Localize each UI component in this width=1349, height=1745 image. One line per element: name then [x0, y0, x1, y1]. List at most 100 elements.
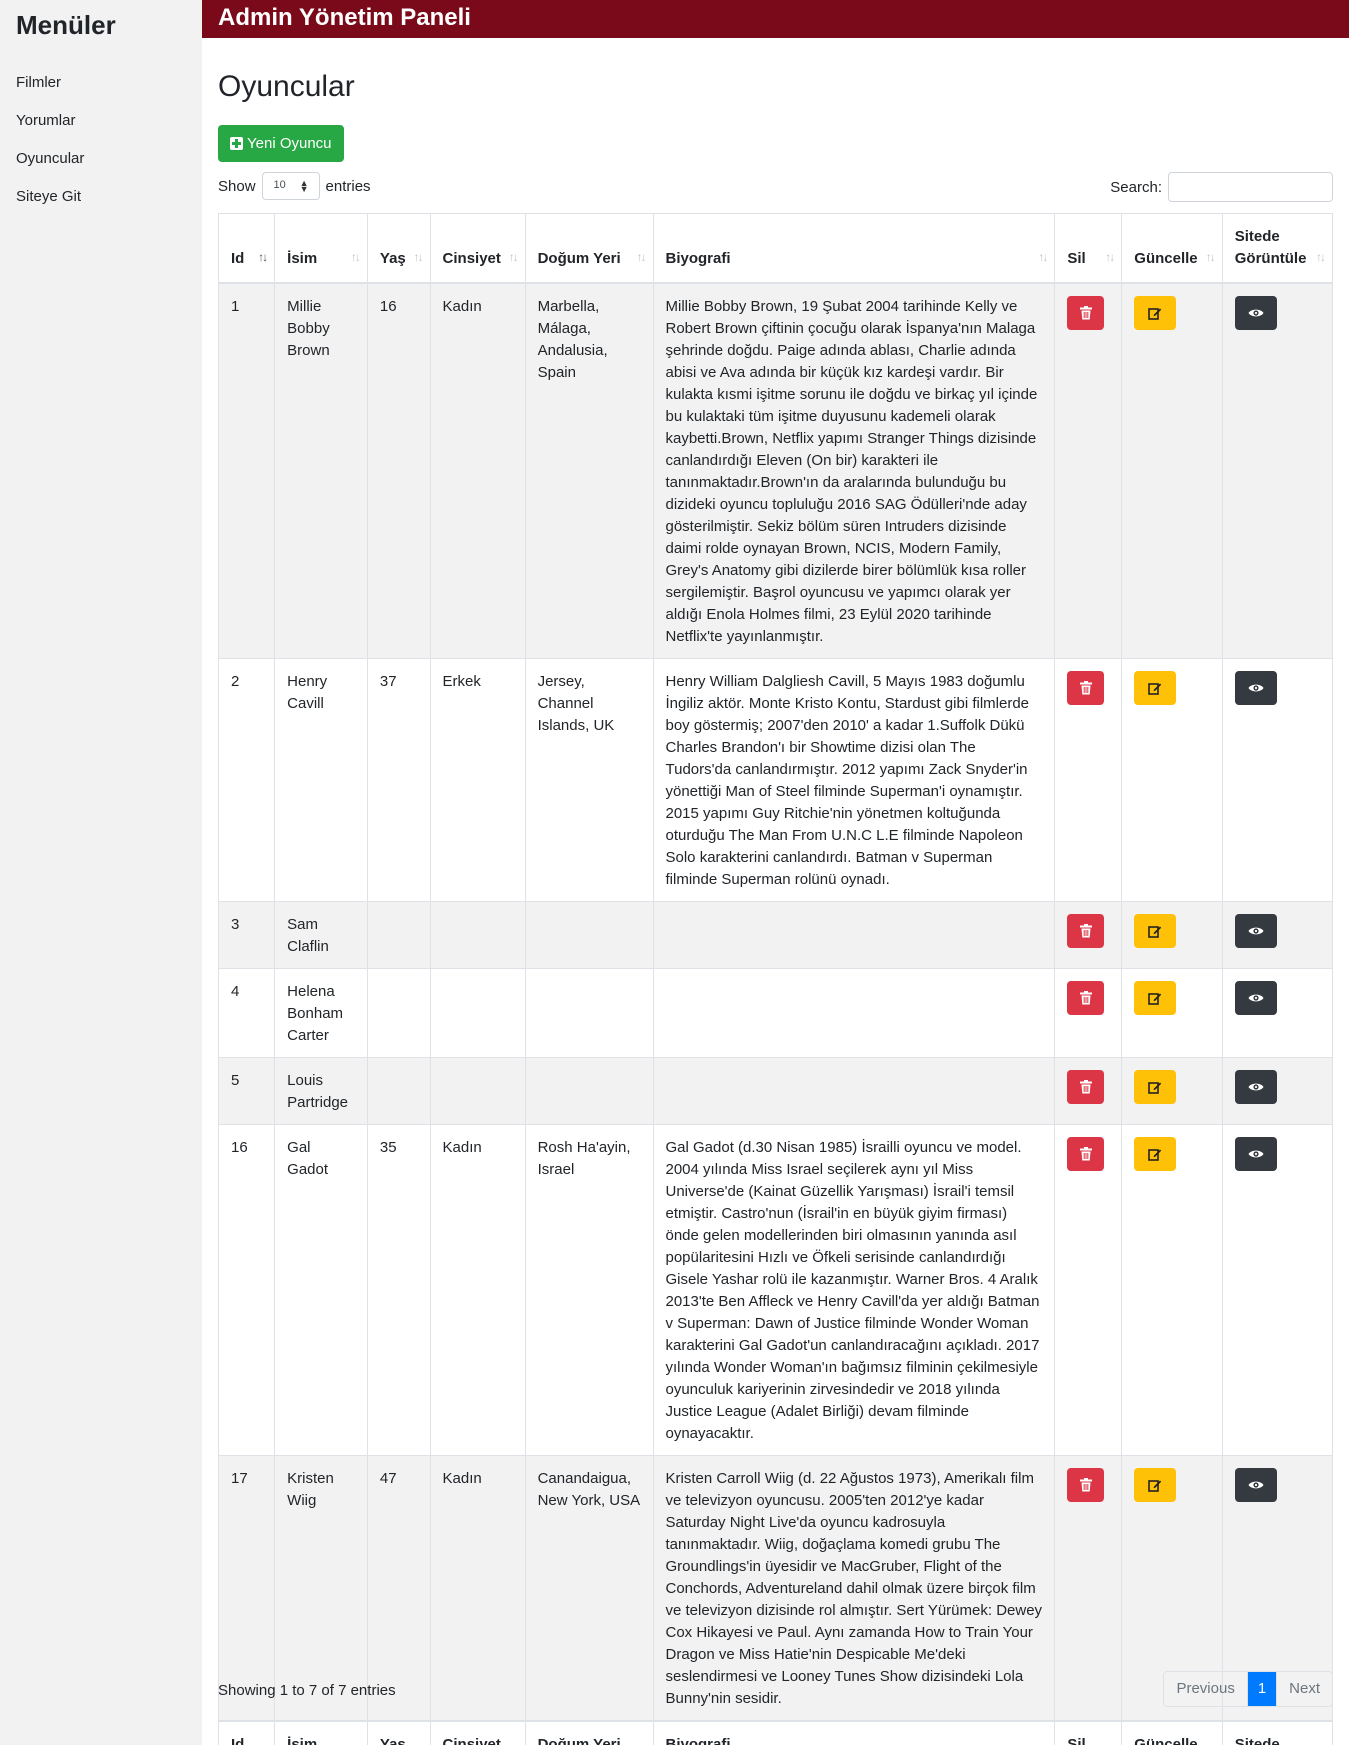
- sort-icon: ↑↓: [1038, 250, 1048, 264]
- cell-bio: [652, 968, 1056, 1058]
- cell-age: 37: [366, 658, 431, 902]
- cell-bio: Millie Bobby Brown, 19 Şubat 2004 tarihi…: [652, 282, 1056, 659]
- cell-update: [1121, 1057, 1223, 1125]
- col-header-bio[interactable]: Biyografi ↑↓: [652, 213, 1056, 284]
- cell-birthplace: Rosh Ha'ayin, Israel: [524, 1124, 654, 1456]
- sort-icon: ↑↓: [1105, 250, 1115, 264]
- cell-age: 16: [366, 282, 431, 659]
- sort-icon: ↑↓: [1205, 250, 1216, 264]
- sidebar-item-filmler[interactable]: Filmler: [0, 64, 202, 102]
- view-on-site-button[interactable]: [1234, 981, 1277, 1015]
- foot-update: Güncelle: [1121, 1720, 1223, 1745]
- view-on-site-button[interactable]: [1234, 1070, 1277, 1104]
- actors-table: Id ↑↓ İsim ↑↓ Yaş ↑↓ Cinsiyet ↑↓ Doğum Yeri ↑…: [217, 213, 1334, 1745]
- cell-name: Helena Bonham Carter: [274, 968, 368, 1058]
- cell-gender: [429, 901, 526, 969]
- sort-asc-icon: ↑↓: [258, 250, 268, 264]
- edit-button[interactable]: [1134, 671, 1177, 705]
- foot-name: İsim: [274, 1720, 368, 1745]
- show-label: Show: [218, 177, 256, 195]
- delete-button[interactable]: [1067, 671, 1105, 705]
- edit-button[interactable]: [1134, 1137, 1177, 1171]
- delete-button[interactable]: [1067, 914, 1105, 948]
- cell-delete: [1054, 282, 1123, 659]
- cell-update: [1121, 1124, 1223, 1456]
- cell-age: [366, 1057, 431, 1125]
- cell-gender: Kadın: [429, 282, 526, 659]
- table-head: Id ↑↓ İsim ↑↓ Yaş ↑↓ Cinsiyet ↑↓ Doğum Yeri ↑…: [217, 213, 1334, 284]
- cell-birthplace: Canandaigua, New York, USA: [524, 1455, 654, 1722]
- pagination: Previous 1 Next: [1163, 1671, 1333, 1707]
- sidebar-item-oyuncular[interactable]: Oyuncular: [0, 140, 202, 178]
- table-row: 3 Sam Claflin: [217, 901, 1334, 969]
- select-caret-icon: ▲ ▼: [299, 178, 309, 194]
- col-header-id[interactable]: Id ↑↓: [217, 213, 276, 284]
- entries-length-select[interactable]: 10 ▲ ▼: [261, 172, 320, 200]
- edit-button[interactable]: [1134, 1468, 1177, 1502]
- search-input[interactable]: [1168, 172, 1333, 202]
- view-on-site-button[interactable]: [1234, 296, 1277, 330]
- cell-id: 2: [217, 658, 276, 902]
- table-row: 4 Helena Bonham Carter: [217, 968, 1334, 1058]
- cell-update: [1121, 282, 1223, 659]
- col-header-update[interactable]: Güncelle ↑↓: [1121, 213, 1223, 284]
- view-on-site-button[interactable]: [1234, 1137, 1277, 1171]
- edit-button[interactable]: [1134, 981, 1177, 1015]
- edit-button[interactable]: [1134, 914, 1177, 948]
- main-content: Oyuncular Yeni Oyuncu Show 10 ▲ ▼ entries…: [217, 38, 1334, 1745]
- col-header-delete[interactable]: Sil ↑↓: [1054, 213, 1123, 284]
- table-row: 5 Louis Partridge: [217, 1057, 1334, 1125]
- cell-view: [1221, 901, 1334, 969]
- cell-bio: Gal Gadot (d.30 Nisan 1985) İsrailli oyu…: [652, 1124, 1056, 1456]
- col-header-gender[interactable]: Cinsiyet ↑↓: [429, 213, 526, 284]
- new-actor-button[interactable]: Yeni Oyuncu: [218, 125, 344, 162]
- sidebar-item-siteye-git[interactable]: Siteye Git: [0, 178, 202, 216]
- show-entries: Show 10 ▲ ▼ entries: [218, 172, 371, 200]
- cell-birthplace: Marbella, Málaga, Andalusia, Spain: [524, 282, 654, 659]
- col-header-age[interactable]: Yaş ↑↓: [366, 213, 431, 284]
- col-header-birthplace[interactable]: Doğum Yeri ↑↓: [524, 213, 654, 284]
- cell-bio: [652, 901, 1056, 969]
- search-label: Search:: [1110, 178, 1162, 196]
- cell-update: [1121, 901, 1223, 969]
- pagination-previous[interactable]: Previous: [1164, 1672, 1246, 1706]
- delete-button[interactable]: [1067, 1137, 1105, 1171]
- delete-button[interactable]: [1067, 296, 1105, 330]
- cell-bio: Henry William Dalgliesh Cavill, 5 Mayıs …: [652, 658, 1056, 902]
- sidebar-item-yorumlar[interactable]: Yorumlar: [0, 102, 202, 140]
- delete-button[interactable]: [1067, 1070, 1105, 1104]
- cell-update: [1121, 968, 1223, 1058]
- view-on-site-button[interactable]: [1234, 914, 1277, 948]
- view-on-site-button[interactable]: [1234, 1468, 1277, 1502]
- delete-button[interactable]: [1067, 1468, 1105, 1502]
- foot-delete: Sil: [1054, 1720, 1123, 1745]
- edit-button[interactable]: [1134, 1070, 1177, 1104]
- sort-icon: ↑↓: [413, 250, 424, 264]
- sort-icon: ↑↓: [636, 250, 647, 264]
- cell-gender: Kadın: [429, 1124, 526, 1456]
- pagination-page-1[interactable]: 1: [1246, 1672, 1277, 1706]
- edit-button[interactable]: [1134, 296, 1177, 330]
- cell-birthplace: Jersey, Channel Islands, UK: [524, 658, 654, 902]
- table-info: Showing 1 to 7 of 7 entries: [218, 1682, 396, 1699]
- col-header-view[interactable]: Sitede Görüntüle ↑↓: [1221, 213, 1334, 284]
- table-row: 1 Millie Bobby Brown 16 Kadın Marbella, Mála…: [217, 282, 1334, 659]
- cell-name: Henry Cavill: [274, 658, 368, 902]
- foot-id: Id: [217, 1720, 276, 1745]
- table-row: 2 Henry Cavill 37 Erkek Jersey, Channel Isla…: [217, 658, 1334, 902]
- sidebar: Menüler Filmler Yorumlar Oyuncular Sitey…: [0, 0, 202, 1745]
- cell-id: 5: [217, 1057, 276, 1125]
- cell-birthplace: [524, 968, 654, 1058]
- pagination-next[interactable]: Next: [1276, 1672, 1332, 1706]
- delete-button[interactable]: [1067, 981, 1105, 1015]
- search-box: Search:: [1110, 172, 1333, 202]
- col-header-name[interactable]: İsim ↑↓: [274, 213, 368, 284]
- cell-view: [1221, 282, 1334, 659]
- page-title: Oyuncular: [218, 70, 355, 103]
- cell-delete: [1054, 1455, 1123, 1722]
- cell-id: 16: [217, 1124, 276, 1456]
- view-on-site-button[interactable]: [1234, 671, 1277, 705]
- top-header: Admin Yönetim Paneli: [202, 0, 1349, 38]
- cell-bio: Kristen Carroll Wiig (d. 22 Ağustos 1973…: [652, 1455, 1056, 1722]
- foot-bio: Biyografi: [652, 1720, 1056, 1745]
